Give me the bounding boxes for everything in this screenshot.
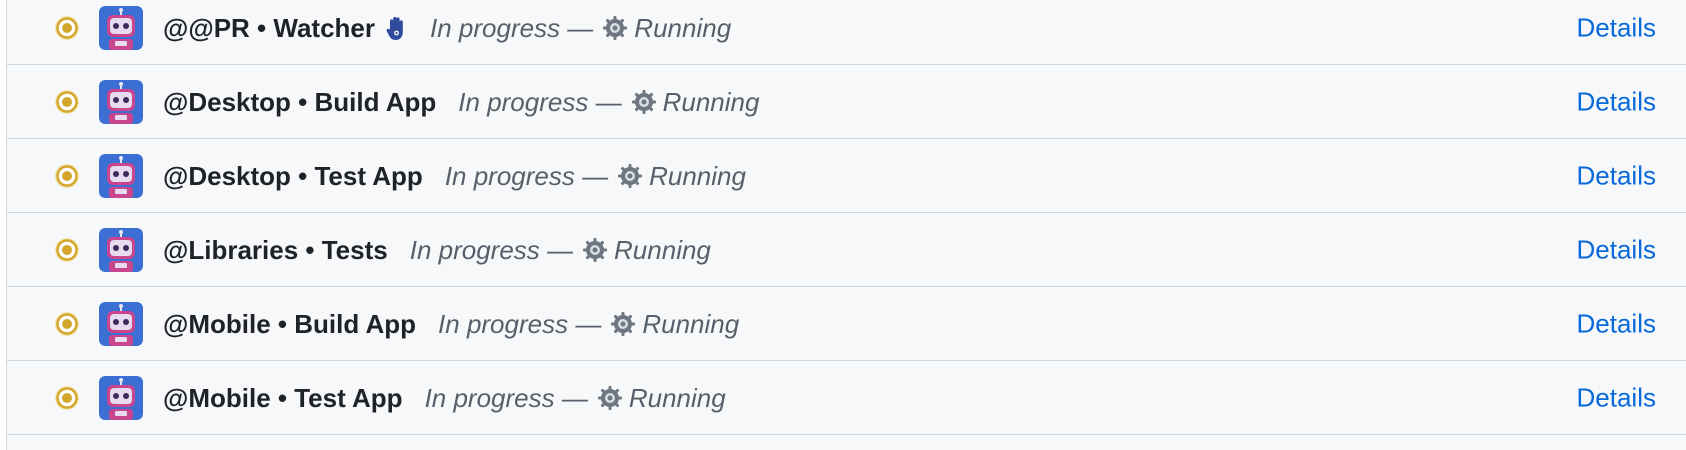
check-name: @@PR • Watcher xyxy=(163,12,375,43)
details-link[interactable]: Details xyxy=(1577,382,1656,413)
check-text: @Desktop • Build App In progress — Runni… xyxy=(163,87,759,117)
details-link[interactable]: Details xyxy=(1577,308,1656,339)
gear-icon xyxy=(582,237,608,263)
check-text: @Mobile • Build App In progress — Runnin… xyxy=(163,309,739,339)
in-progress-status-icon xyxy=(53,310,81,338)
check-row: @Mobile • Build App In progress — Runnin… xyxy=(7,287,1686,361)
check-name: @Desktop • Build App xyxy=(163,86,437,117)
gear-icon xyxy=(602,15,628,41)
in-progress-status-icon xyxy=(53,88,81,116)
details-link[interactable]: Details xyxy=(1577,12,1656,43)
check-description: In progress — Running xyxy=(425,383,726,413)
status-text: In progress — xyxy=(430,12,594,43)
check-text: @@PR • Watcher In progress — Running xyxy=(163,13,731,43)
check-name: @Mobile • Build App xyxy=(163,308,417,339)
robot-avatar-icon xyxy=(99,301,143,346)
check-description: In progress — Running xyxy=(445,161,746,191)
state-text: Running xyxy=(628,382,726,413)
in-progress-status-icon xyxy=(53,384,81,412)
status-text: In progress — xyxy=(409,234,574,265)
check-description: In progress — Running xyxy=(458,87,759,117)
gear-icon xyxy=(610,311,636,337)
in-progress-status-icon xyxy=(53,14,81,42)
check-row: @Desktop • Test App In progress — Runnin… xyxy=(7,139,1686,213)
check-text: @Mobile • Test App In progress — Running xyxy=(163,383,726,413)
state-text: Running xyxy=(642,308,740,339)
status-text: In progress — xyxy=(424,382,588,413)
in-progress-status-icon xyxy=(53,162,81,190)
check-name: @Libraries • Tests xyxy=(163,234,388,265)
state-text: Running xyxy=(614,234,711,265)
hand-icon xyxy=(384,14,408,42)
status-text: In progress — xyxy=(458,86,622,117)
robot-avatar-icon xyxy=(99,227,143,272)
check-text: @Desktop • Test App In progress — Runnin… xyxy=(163,161,746,191)
gear-icon xyxy=(631,89,657,115)
check-description: In progress — Running xyxy=(438,309,739,339)
check-name: @Desktop • Test App xyxy=(163,160,423,191)
robot-avatar-icon xyxy=(99,5,143,50)
robot-avatar-icon xyxy=(99,375,143,420)
check-row: @Desktop • Build App In progress — Runni… xyxy=(7,65,1686,139)
check-row: @Libraries • Tests In progress — Running… xyxy=(7,213,1686,287)
check-description: In progress — Running xyxy=(410,235,711,265)
gear-icon xyxy=(597,385,623,411)
state-text: Running xyxy=(634,12,732,43)
check-name: @Mobile • Test App xyxy=(163,382,403,413)
checks-list: @@PR • Watcher In progress — Running Det… xyxy=(6,0,1686,450)
check-description: In progress — Running xyxy=(430,13,731,43)
gear-icon xyxy=(617,163,643,189)
status-text: In progress — xyxy=(444,160,609,191)
state-text: Running xyxy=(649,160,746,191)
status-text: In progress — xyxy=(438,308,602,339)
details-link[interactable]: Details xyxy=(1577,234,1656,265)
in-progress-status-icon xyxy=(53,236,81,264)
robot-avatar-icon xyxy=(99,153,143,198)
details-link[interactable]: Details xyxy=(1577,86,1656,117)
check-row: @Mobile • Test App In progress — Running… xyxy=(7,361,1686,435)
check-row: @@PR • Watcher In progress — Running Det… xyxy=(7,0,1686,65)
check-text: @Libraries • Tests In progress — Running xyxy=(163,235,711,265)
state-text: Running xyxy=(662,86,760,117)
robot-avatar-icon xyxy=(99,79,143,124)
details-link[interactable]: Details xyxy=(1577,160,1656,191)
